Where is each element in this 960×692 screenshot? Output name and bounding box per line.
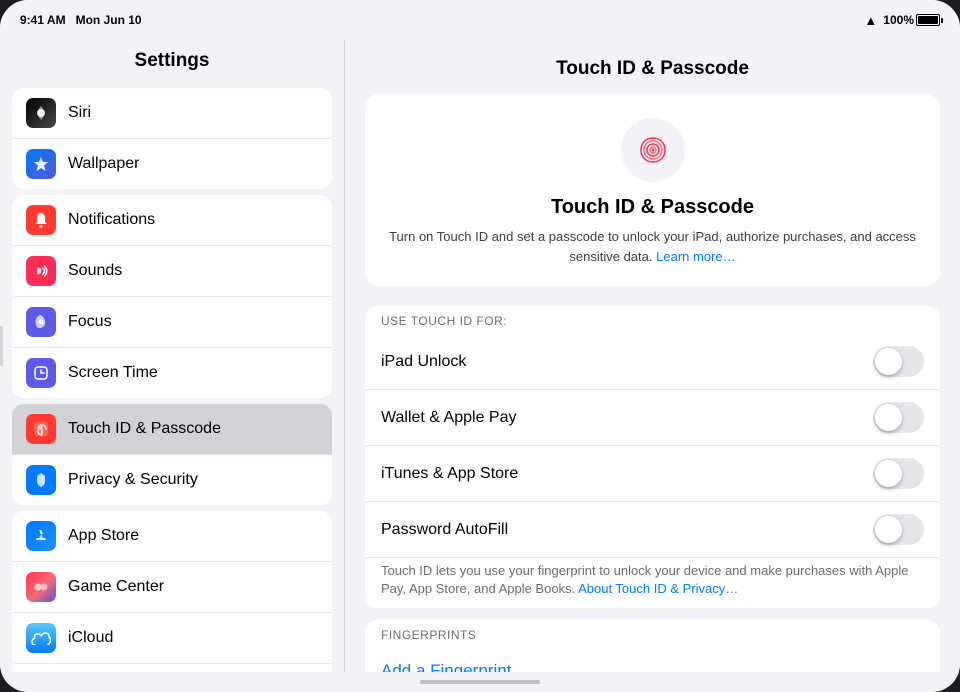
header-card: Touch ID & Passcode Turn on Touch ID and… [365,94,940,286]
ipad-frame: 9:41 AM Mon Jun 10 ▲ 100% Settings [0,0,960,692]
sidebar-section-2: Notifications Sounds [12,195,332,398]
fingerprint-graphic [633,130,673,170]
sounds-label: Sounds [68,262,122,280]
itunes-row: iTunes & App Store [365,446,940,502]
sidebar: Settings Siri [0,40,345,672]
sidebar-item-focus[interactable]: Focus [12,297,332,348]
appstore-icon [26,521,56,551]
panel-title: Touch ID & Passcode [365,50,940,94]
side-handle [0,326,3,366]
sidebar-item-appstore[interactable]: App Store [12,511,332,562]
header-card-desc: Turn on Touch ID and set a passcode to u… [385,227,920,266]
sidebar-item-icloud[interactable]: iCloud [12,613,332,664]
touch-id-for-group: USE TOUCH ID FOR: iPad Unlock Wallet & A… [365,306,940,608]
icloud-icon [26,623,56,653]
add-fingerprint-text: Add a Fingerprint… [381,661,528,672]
fingerprints-group: FINGERPRINTS Add a Fingerprint… [365,620,940,672]
battery-percentage: 100% [883,13,914,27]
ipad-unlock-toggle[interactable] [873,346,924,377]
sidebar-item-wallet[interactable]: Wallet & Apple Pay [12,664,332,672]
sidebar-item-screentime[interactable]: Screen Time [12,348,332,398]
date-display: Mon Jun 10 [76,13,142,27]
gamecenter-label: Game Center [68,578,164,596]
ipad-unlock-label: iPad Unlock [381,353,466,371]
add-fingerprint-row[interactable]: Add a Fingerprint… [365,648,940,672]
itunes-knob [875,460,902,487]
siri-label: Siri [68,104,91,122]
touchid-label: Touch ID & Passcode [68,420,221,438]
sidebar-title: Settings [0,40,344,82]
fingerprints-header: FINGERPRINTS [365,620,940,648]
touchid-icon-container [621,118,685,182]
home-bar [420,680,540,684]
focus-label: Focus [68,313,112,331]
icloud-label: iCloud [68,629,113,647]
itunes-toggle[interactable] [873,458,924,489]
wallet-pay-toggle[interactable] [873,402,924,433]
notifications-icon [26,205,56,235]
autofill-row: Password AutoFill [365,502,940,558]
wallpaper-label: Wallpaper [68,155,139,173]
sidebar-section-4: App Store Game Center [12,511,332,672]
wallet-pay-label: Wallet & Apple Pay [381,409,516,427]
sidebar-item-gamecenter[interactable]: Game Center [12,562,332,613]
right-panel: Touch ID & Passcode [345,40,960,672]
sidebar-item-touchid[interactable]: Touch ID & Passcode [12,404,332,455]
battery-bar [916,14,940,26]
privacy-label: Privacy & Security [68,471,198,489]
focus-icon [26,307,56,337]
main-content: Settings Siri [0,40,960,672]
autofill-toggle[interactable] [873,514,924,545]
autofill-label: Password AutoFill [381,521,508,539]
touchid-note: Touch ID lets you use your fingerprint t… [365,558,940,608]
sidebar-section-3: Touch ID & Passcode Privacy & Security [12,404,332,505]
sidebar-item-sounds[interactable]: Sounds [12,246,332,297]
wifi-icon: ▲ [864,13,877,28]
sidebar-item-wallpaper[interactable]: Wallpaper [12,139,332,189]
about-touchid-link[interactable]: About Touch ID & Privacy… [578,581,738,596]
autofill-knob [875,516,902,543]
ipad-unlock-knob [875,348,902,375]
siri-icon [26,98,56,128]
wallet-pay-knob [875,404,902,431]
sidebar-item-notifications[interactable]: Notifications [12,195,332,246]
learn-more-link[interactable]: Learn more… [656,249,735,264]
screentime-icon [26,358,56,388]
time-display: 9:41 AM [20,13,66,27]
appstore-label: App Store [68,527,139,545]
battery-indicator: 100% [883,13,940,27]
wallet-pay-row: Wallet & Apple Pay [365,390,940,446]
wallpaper-icon [26,149,56,179]
sidebar-item-siri[interactable]: Siri [12,88,332,139]
status-bar: 9:41 AM Mon Jun 10 ▲ 100% [0,0,960,40]
itunes-label: iTunes & App Store [381,465,518,483]
use-touchid-header: USE TOUCH ID FOR: [365,306,940,334]
sidebar-item-privacy[interactable]: Privacy & Security [12,455,332,505]
sounds-icon [26,256,56,286]
battery-fill [918,16,938,24]
notifications-label: Notifications [68,211,155,229]
home-indicator [0,672,960,692]
header-card-title: Touch ID & Passcode [385,196,920,219]
ipad-unlock-row: iPad Unlock [365,334,940,390]
privacy-icon [26,465,56,495]
status-indicators: ▲ 100% [864,13,940,28]
gamecenter-icon [26,572,56,602]
screentime-label: Screen Time [68,364,158,382]
status-time: 9:41 AM Mon Jun 10 [20,13,142,27]
sidebar-section-1: Siri Wallpaper [12,88,332,189]
touchid-icon [26,414,56,444]
